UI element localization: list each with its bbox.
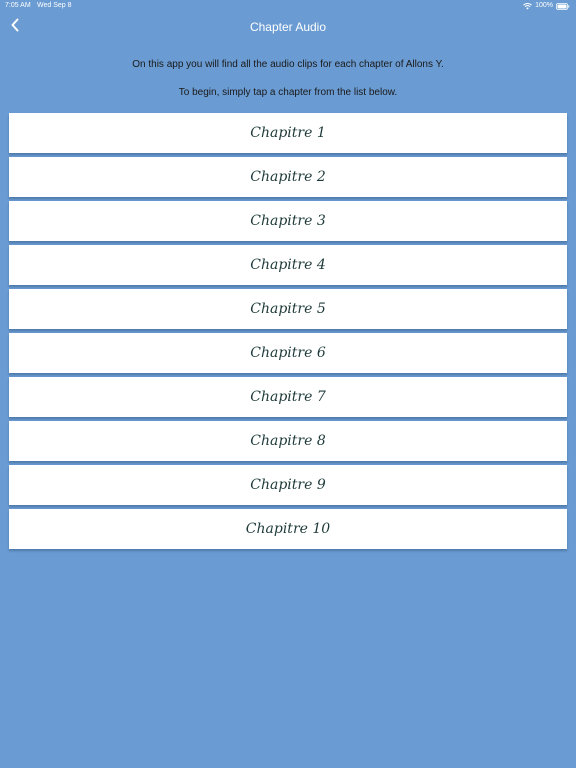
chapter-1-button[interactable]: Chapitre 1: [9, 113, 567, 153]
chapter-label: Chapitre 7: [250, 389, 326, 405]
status-date: Wed Sep 8: [37, 2, 72, 9]
chapter-label: Chapitre 1: [250, 125, 326, 141]
chapter-4-button[interactable]: Chapitre 4: [9, 245, 567, 285]
intro-text-line-1: On this app you will find all the audio …: [132, 59, 444, 70]
intro-text-line-2: To begin, simply tap a chapter from the …: [178, 87, 398, 98]
chapter-label: Chapitre 8: [250, 433, 326, 449]
wifi-icon: [523, 2, 532, 10]
chapter-label: Chapitre 4: [250, 257, 326, 273]
page-title: Chapter Audio: [249, 20, 327, 34]
chapter-label: Chapitre 2: [250, 169, 326, 185]
chapter-5-button[interactable]: Chapitre 5: [9, 289, 567, 329]
chapter-7-button[interactable]: Chapitre 7: [9, 377, 567, 417]
chapter-9-button[interactable]: Chapitre 9: [9, 465, 567, 505]
chapter-3-button[interactable]: Chapitre 3: [9, 201, 567, 241]
chapter-label: Chapitre 5: [250, 301, 326, 317]
battery-icon: [556, 2, 570, 10]
chapter-label: Chapitre 3: [250, 213, 326, 229]
battery-percent: 100%: [535, 2, 553, 9]
status-right: 100%: [523, 0, 570, 12]
chapter-10-button[interactable]: Chapitre 10: [9, 509, 567, 549]
chapter-label: Chapitre 10: [245, 521, 331, 537]
chapter-label: Chapitre 9: [250, 477, 326, 493]
chapter-list: Chapitre 1 Chapitre 2 Chapitre 3 Chapitr…: [9, 113, 567, 553]
navigation-bar: Chapter Audio: [0, 12, 576, 44]
chapter-label: Chapitre 6: [250, 345, 326, 361]
status-bar: 7:05 AM Wed Sep 8 100%: [0, 0, 576, 12]
chapter-2-button[interactable]: Chapitre 2: [9, 157, 567, 197]
chapter-6-button[interactable]: Chapitre 6: [9, 333, 567, 373]
chapter-8-button[interactable]: Chapitre 8: [9, 421, 567, 461]
status-time: 7:05 AM: [5, 2, 31, 9]
